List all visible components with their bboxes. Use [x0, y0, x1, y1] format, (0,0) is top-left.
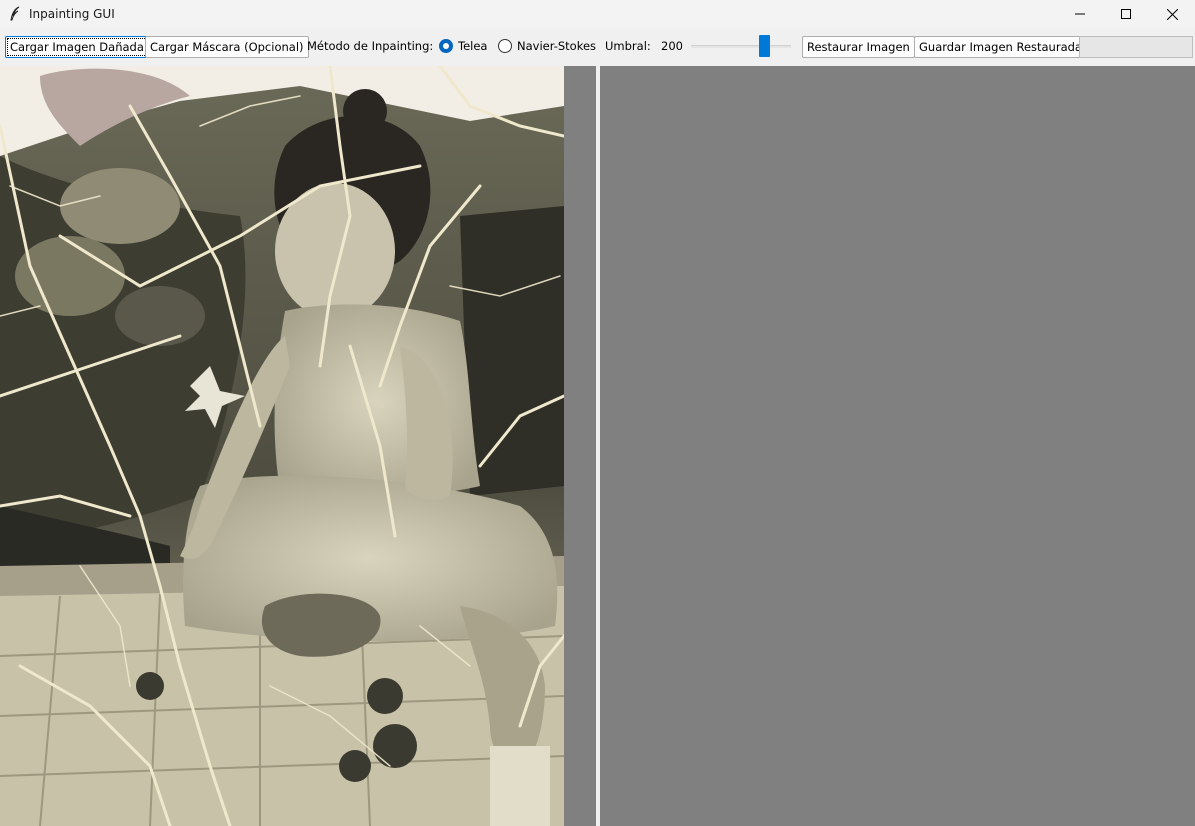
maximize-button[interactable] [1103, 0, 1149, 28]
close-icon [1166, 8, 1178, 20]
radio-telea[interactable] [439, 39, 453, 53]
title-bar: Inpainting GUI [0, 0, 1195, 28]
method-label: Método de Inpainting: [307, 39, 434, 53]
save-restored-image-button[interactable]: Guardar Imagen Restaurada [914, 36, 1087, 58]
threshold-slider[interactable] [691, 45, 791, 48]
progress-bar [1079, 36, 1193, 58]
restored-image-canvas [600, 66, 1195, 826]
threshold-value: 200 [661, 39, 683, 53]
feather-icon [10, 6, 20, 21]
radio-navier-stokes-label[interactable]: Navier-Stokes [517, 39, 596, 53]
toolbar: Cargar Imagen Dañada Cargar Máscara (Opc… [0, 28, 1195, 66]
radio-navier-stokes[interactable] [498, 39, 512, 53]
damaged-image-canvas [0, 66, 596, 826]
load-mask-button[interactable]: Cargar Máscara (Opcional) [145, 36, 309, 58]
maximize-icon [1121, 9, 1131, 19]
threshold-slider-handle[interactable] [759, 35, 770, 57]
window-title: Inpainting GUI [29, 7, 115, 21]
damaged-photo [0, 66, 564, 826]
close-button[interactable] [1149, 0, 1195, 28]
threshold-label: Umbral: [605, 39, 651, 53]
restore-image-button[interactable]: Restaurar Imagen [802, 36, 915, 58]
minimize-icon [1075, 13, 1085, 15]
radio-telea-label[interactable]: Telea [458, 39, 487, 53]
minimize-button[interactable] [1057, 0, 1103, 28]
load-damaged-image-button[interactable]: Cargar Imagen Dañada [5, 36, 149, 58]
